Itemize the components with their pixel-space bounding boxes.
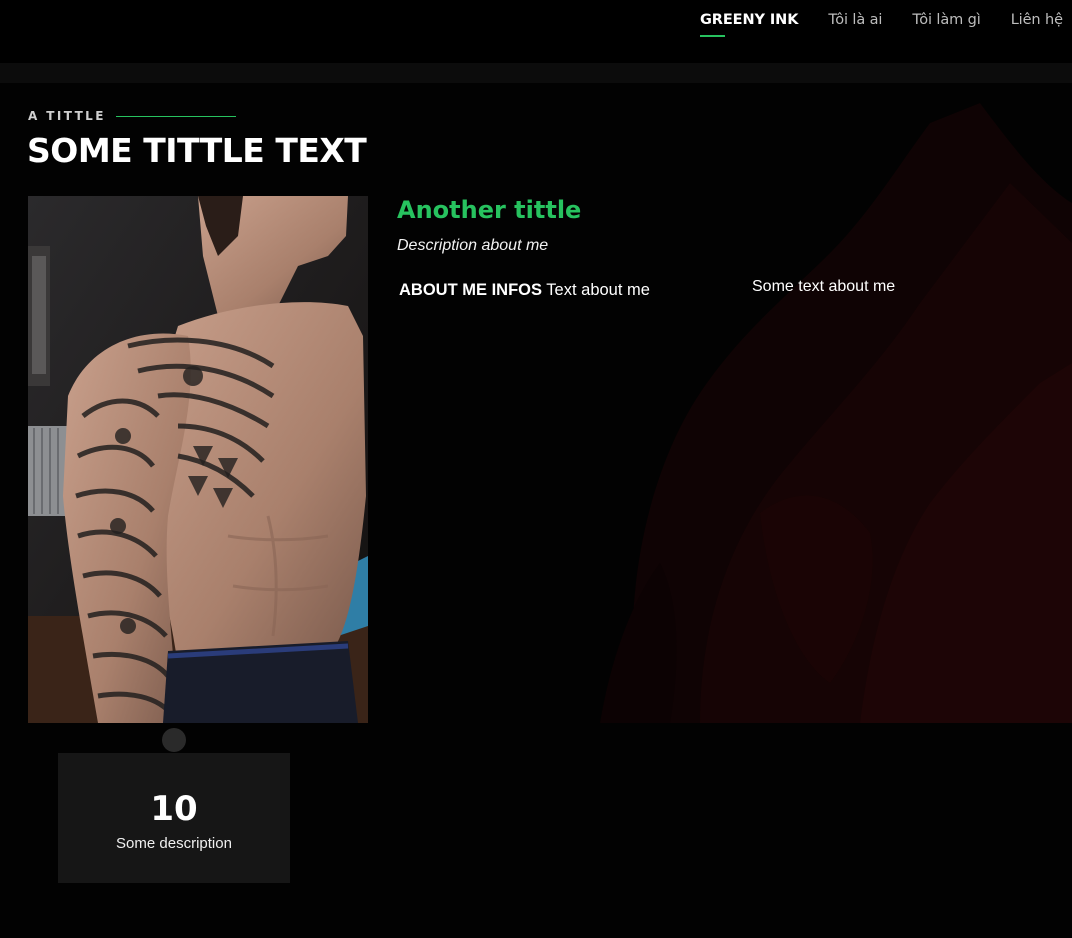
page-title: SOME TITTLE TEXT xyxy=(27,131,367,170)
eyebrow-text: A TITTLE xyxy=(28,109,106,123)
counter-card: 10 Some description xyxy=(58,753,290,883)
main-nav: GREENY INK Tôi là ai Tôi làm gì Liên hệ xyxy=(700,12,1063,38)
counter-label: Some description xyxy=(116,835,232,852)
page: GREENY INK Tôi là ai Tôi làm gì Liên hệ … xyxy=(0,0,1072,938)
about-description: Description about me xyxy=(397,237,549,254)
nav-item-lien-he[interactable]: Liên hệ xyxy=(1011,12,1063,38)
eyebrow-divider xyxy=(115,115,236,117)
about-infos-text: Text about me xyxy=(546,281,650,299)
top-navbar: GREENY INK Tôi là ai Tôi làm gì Liên hệ xyxy=(0,0,1072,63)
profile-photo xyxy=(28,196,368,723)
nav-item-greeny-ink[interactable]: GREENY INK xyxy=(700,12,798,38)
about-infos-label: ABOUT ME INFOS xyxy=(399,281,542,299)
about-infos: ABOUT ME INFOS Text about me xyxy=(399,281,650,300)
about-title: Another tittle xyxy=(397,196,582,224)
slider-dot[interactable] xyxy=(162,728,186,752)
nav-item-toi-la-ai[interactable]: Tôi là ai xyxy=(828,12,882,38)
sub-bar xyxy=(0,63,1072,83)
counter-value: 10 xyxy=(150,789,198,829)
nav-item-toi-lam-gi[interactable]: Tôi làm gì xyxy=(912,12,980,38)
section-eyebrow: A TITTLE xyxy=(28,109,236,123)
about-side-text: Some text about me xyxy=(752,278,896,295)
